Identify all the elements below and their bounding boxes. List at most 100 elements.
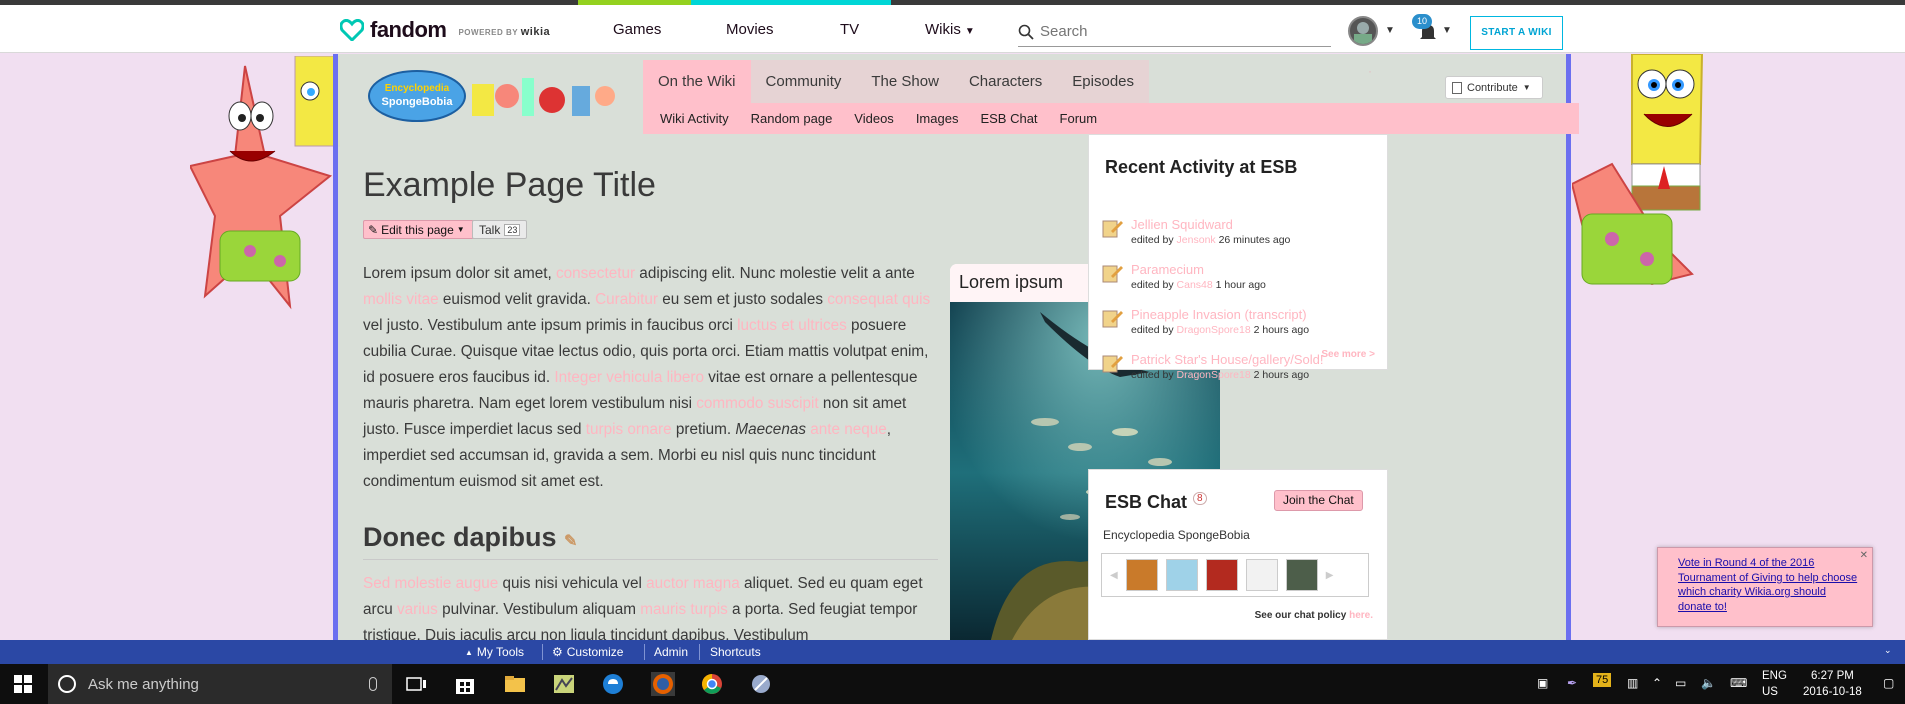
article-link[interactable]: mauris turpis [640, 601, 728, 618]
subnav-wiki-activity[interactable]: Wiki Activity [649, 103, 740, 134]
microphone-icon[interactable] [369, 677, 377, 691]
subnav-videos[interactable]: Videos [843, 103, 905, 134]
tab-community[interactable]: Community [750, 60, 857, 103]
chevron-down-icon[interactable]: ▼ [1442, 25, 1452, 36]
fandom-logo[interactable]: fandom POWERED BY wikia [340, 17, 550, 43]
article-link[interactable]: commodo suscipit [696, 395, 818, 412]
article-link[interactable]: mollis vitae [363, 291, 439, 308]
vote-link[interactable]: Vote in Round 4 of the 2016 Tournament o… [1678, 557, 1857, 613]
task-view-icon[interactable] [404, 672, 428, 696]
activity-title[interactable]: Jellien Squidward [1131, 217, 1290, 233]
nav-tv[interactable]: TV [840, 21, 859, 38]
chat-avatar[interactable] [1125, 559, 1158, 591]
chat-avatar[interactable] [1205, 559, 1238, 591]
toolbar-customize[interactable]: ⚙ Customize [552, 645, 623, 659]
chevron-left-icon[interactable]: ◀ [1110, 570, 1118, 581]
activity-user[interactable]: Jensonk [1177, 234, 1216, 246]
store-icon[interactable] [453, 672, 477, 696]
tray-icon[interactable]: ✒ [1567, 676, 1577, 690]
windows-start-icon[interactable] [14, 675, 32, 693]
cortana-icon [58, 675, 76, 693]
network-icon[interactable]: ▭ [1675, 676, 1686, 690]
page-title: Example Page Title [363, 166, 656, 204]
join-chat-button[interactable]: Join the Chat [1274, 490, 1363, 511]
subnav-images[interactable]: Images [905, 103, 970, 134]
wiki-container: Encyclopedia SpongeBobia · On the Wiki C… [333, 54, 1579, 644]
subnav-esb-chat[interactable]: ESB Chat [969, 103, 1048, 134]
edit-icon [1102, 220, 1123, 238]
activity-title[interactable]: Paramecium [1131, 262, 1266, 278]
activity-title[interactable]: Pineapple Invasion (transcript) [1131, 307, 1309, 323]
tray-badge[interactable]: 75 [1593, 673, 1612, 687]
close-icon[interactable]: ✕ [1860, 549, 1868, 564]
cortana-search[interactable]: Ask me anything [48, 664, 392, 704]
article-link[interactable]: auctor magna [646, 575, 740, 592]
tab-on-the-wiki[interactable]: On the Wiki [643, 60, 751, 103]
chevron-up-icon: ▲ [465, 647, 473, 657]
tab-episodes[interactable]: Episodes [1057, 60, 1150, 103]
subnav-forum[interactable]: Forum [1049, 103, 1109, 134]
activity-user[interactable]: Cans48 [1177, 279, 1213, 291]
activity-item: Pineapple Invasion (transcript) edited b… [1101, 307, 1309, 337]
chevron-down-icon[interactable]: ▼ [1385, 25, 1395, 36]
svg-text:SpongeBobia: SpongeBobia [382, 96, 454, 108]
article-link[interactable]: consectetur [556, 265, 635, 282]
activity-user[interactable]: DragonSpore18 [1177, 369, 1251, 381]
esb-chat-module: ESB Chat 8 Join the Chat Encyclopedia Sp… [1088, 469, 1388, 640]
article-link[interactable]: Curabitur [595, 291, 658, 308]
file-explorer-icon[interactable] [503, 672, 527, 696]
wiki-logo[interactable]: Encyclopedia SpongeBobia [367, 66, 617, 124]
cortana-placeholder: Ask me anything [88, 675, 199, 693]
edit-page-button[interactable]: ✎ Edit this page ▼ [363, 220, 474, 239]
activity-item: Paramecium edited by Cans48 1 hour ago [1101, 262, 1266, 292]
activity-user[interactable]: DragonSpore18 [1177, 324, 1251, 336]
toolbar-my-tools[interactable]: ▲ My Tools [465, 645, 524, 659]
clock[interactable]: 6:27 PM 2016-10-18 [1803, 668, 1862, 700]
nav-wikis[interactable]: Wikis ▼ [925, 21, 975, 38]
firefox-icon[interactable] [651, 672, 675, 696]
toolbar-admin[interactable]: Admin [654, 645, 688, 659]
activity-title[interactable]: Patrick Star's House/gallery/Sold! [1131, 352, 1324, 368]
chat-avatar[interactable] [1165, 559, 1198, 591]
chevron-down-icon[interactable]: ⌄ [1884, 645, 1892, 656]
global-search[interactable] [1018, 17, 1331, 47]
app-icon[interactable] [552, 672, 576, 696]
subnav-random-page[interactable]: Random page [740, 103, 844, 134]
nav-games[interactable]: Games [613, 21, 661, 38]
tray-icon[interactable]: ▥ [1627, 676, 1638, 690]
tray-icon[interactable]: ▣ [1537, 676, 1548, 690]
article-link[interactable]: ante neque [810, 421, 887, 438]
article-link[interactable]: Integer vehicula libero [554, 369, 704, 386]
notifications-icon[interactable]: ▢ [1883, 676, 1894, 690]
article-link[interactable]: turpis ornare [586, 421, 672, 438]
chat-policy-link[interactable]: here. [1349, 610, 1373, 621]
talk-button[interactable]: Talk 23 [472, 220, 528, 239]
chevron-up-icon[interactable]: ⌃ [1652, 676, 1662, 690]
article-link[interactable]: consequat quis [827, 291, 930, 308]
chat-avatar[interactable] [1285, 559, 1318, 591]
article-link[interactable]: luctus et ultrices [737, 317, 847, 334]
toolbar-shortcuts[interactable]: Shortcuts [710, 645, 761, 659]
see-more-link[interactable]: See more > [1321, 349, 1375, 360]
keyboard-icon[interactable]: ⌨ [1730, 676, 1747, 690]
tab-the-show[interactable]: The Show [856, 60, 954, 103]
chrome-icon[interactable] [700, 672, 724, 696]
volume-icon[interactable]: 🔈 [1701, 676, 1716, 690]
nav-movies[interactable]: Movies [726, 21, 774, 38]
activity-item: Patrick Star's House/gallery/Sold! edite… [1101, 352, 1324, 382]
chevron-right-icon[interactable]: ▶ [1326, 570, 1334, 581]
article-link[interactable]: varius [397, 601, 438, 618]
start-wiki-button[interactable]: START A WIKI [1470, 16, 1563, 50]
article-text: quis nisi vehicula vel [498, 575, 647, 592]
pencil-icon[interactable]: ✎ [564, 533, 577, 550]
chat-avatar[interactable] [1245, 559, 1278, 591]
user-avatar[interactable] [1348, 16, 1378, 46]
powered-by: POWERED BY wikia [458, 26, 551, 38]
search-input[interactable] [1040, 23, 1320, 40]
article-link[interactable]: Sed molestie augue [363, 575, 498, 592]
language-indicator[interactable]: ENG US [1762, 668, 1787, 700]
app-icon[interactable] [749, 672, 773, 696]
tab-characters[interactable]: Characters [953, 60, 1058, 103]
contribute-button[interactable]: Contribute ▼ [1445, 76, 1543, 99]
edge-icon[interactable] [601, 672, 625, 696]
